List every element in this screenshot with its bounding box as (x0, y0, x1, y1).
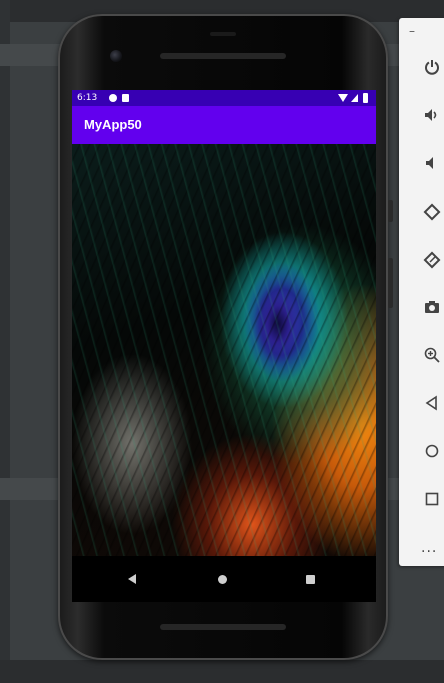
more-options-button[interactable]: ... (421, 540, 437, 556)
phone-power-key (388, 200, 393, 222)
earpiece-speaker (160, 53, 286, 59)
overview-icon[interactable] (421, 490, 443, 512)
volume-down-icon[interactable] (421, 154, 443, 176)
rotate-left-icon[interactable] (421, 202, 443, 224)
volume-up-icon[interactable] (421, 106, 443, 128)
device-screen[interactable]: 6:13 MyApp50 (72, 90, 376, 602)
cell-signal-icon (351, 94, 358, 102)
home-icon[interactable] (421, 442, 443, 464)
front-camera-icon (110, 50, 122, 62)
camera-icon[interactable] (421, 298, 443, 320)
ide-bottom-strip (0, 660, 444, 683)
nav-home-icon[interactable] (218, 575, 227, 584)
minimize-button[interactable]: – (409, 24, 415, 38)
notification-icon (109, 94, 117, 102)
nav-recents-icon[interactable] (306, 575, 315, 584)
sd-card-icon (122, 94, 129, 102)
rotate-right-icon[interactable] (421, 250, 443, 272)
phone-volume-key (388, 258, 393, 308)
ide-left-edge (0, 0, 10, 683)
wifi-icon (338, 94, 348, 102)
back-icon[interactable] (421, 394, 443, 416)
battery-icon (363, 93, 368, 103)
status-time: 6:13 (77, 93, 98, 103)
nav-back-icon[interactable] (128, 574, 136, 584)
phone-top-slot (210, 32, 236, 36)
app-bar: MyApp50 (72, 106, 376, 144)
zoom-icon[interactable] (421, 346, 443, 368)
bottom-speaker (160, 624, 286, 630)
status-bar: 6:13 (72, 90, 376, 106)
emulator-toolbar: – ... (399, 18, 444, 566)
power-icon[interactable] (421, 58, 443, 80)
peacock-feather-image (72, 144, 376, 556)
app-title: MyApp50 (84, 117, 142, 132)
navigation-bar (72, 556, 376, 602)
